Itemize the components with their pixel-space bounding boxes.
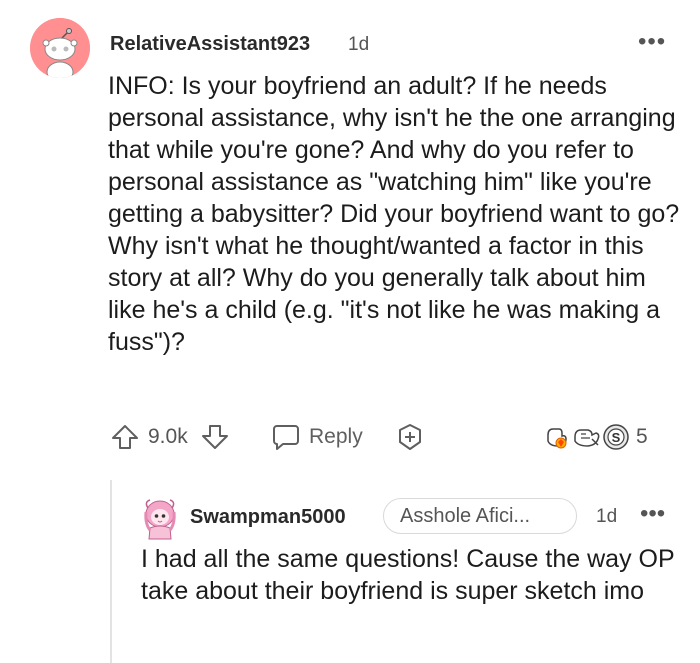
svg-text:S: S [612, 430, 621, 445]
vote-count: 9.0k [148, 425, 188, 448]
reply-user-avatar[interactable] [142, 498, 178, 540]
more-options-icon[interactable]: ••• [638, 30, 666, 54]
comment-username[interactable]: RelativeAssistant923 [110, 33, 310, 56]
silver-award-icon: S [603, 424, 629, 450]
comment-actions: 9.0k Reply S 5 [108, 420, 668, 454]
user-avatar[interactable] [30, 18, 90, 78]
wholesome-award-icon [547, 428, 567, 449]
reply-timestamp: 1d [596, 506, 618, 527]
speech-bubble-icon [273, 425, 299, 450]
awards-summary[interactable]: S 5 [544, 420, 648, 454]
helpful-award-icon [574, 429, 600, 447]
reply-username[interactable]: Swampman5000 [190, 506, 346, 529]
award-count: 5 [636, 425, 648, 448]
reply-label: Reply [309, 425, 363, 448]
upvote-button[interactable] [110, 420, 140, 454]
thread-line[interactable] [110, 480, 112, 663]
plus-award-icon [399, 424, 421, 450]
comment-timestamp: 1d [348, 34, 370, 55]
upvote-arrow-icon [112, 425, 138, 449]
give-award-button[interactable] [395, 420, 425, 454]
downvote-button[interactable] [200, 420, 230, 454]
reply-more-options-icon[interactable]: ••• [640, 502, 665, 526]
comment-body: INFO: Is your boyfriend an adult? If he … [108, 72, 680, 356]
reply-body: I had all the same questions! Cause the … [141, 545, 675, 605]
anime-avatar-icon [144, 499, 176, 540]
snoo-avatar-icon [30, 18, 90, 78]
reply-button[interactable]: Reply [271, 420, 363, 454]
downvote-arrow-icon [202, 425, 228, 449]
user-flair: Asshole Afici... [383, 498, 577, 534]
